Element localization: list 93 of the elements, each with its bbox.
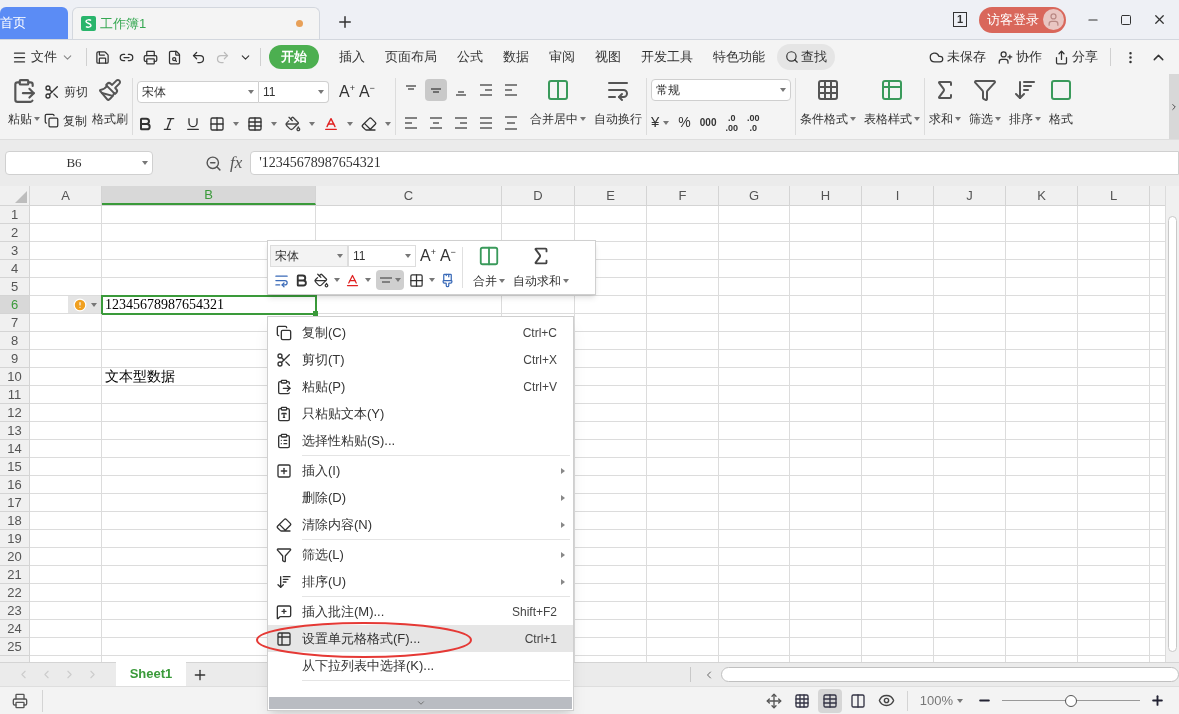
row-header[interactable]: 25 bbox=[0, 638, 30, 656]
percent-button[interactable]: % bbox=[678, 112, 691, 134]
ribbon-button[interactable]: 格式 bbox=[1045, 74, 1077, 132]
row-header[interactable]: 4 bbox=[0, 260, 30, 278]
ribbon-button[interactable]: 求和 bbox=[925, 74, 965, 132]
thousands-button[interactable]: 000 bbox=[699, 115, 717, 131]
row-header[interactable]: 24 bbox=[0, 620, 30, 638]
column-header[interactable]: J bbox=[934, 186, 1006, 205]
row-header[interactable]: 2 bbox=[0, 224, 30, 242]
row-header[interactable]: 10 bbox=[0, 368, 30, 386]
zoom-level-select[interactable]: 100% bbox=[919, 690, 963, 711]
column-header[interactable]: F bbox=[647, 186, 719, 205]
row-header[interactable]: 23 bbox=[0, 602, 30, 620]
column-header[interactable]: I bbox=[862, 186, 934, 205]
column-header[interactable]: K bbox=[1006, 186, 1078, 205]
toolbar-action[interactable]: 协作 bbox=[998, 47, 1042, 67]
ribbon-button[interactable]: 条件格式 bbox=[796, 74, 860, 132]
function-button[interactable]: fx bbox=[230, 150, 243, 176]
menu-item[interactable]: 插入批注(M)... Shift+F2 bbox=[268, 598, 573, 625]
font-size-button[interactable]: A+ bbox=[339, 83, 355, 100]
row-header[interactable]: 16 bbox=[0, 476, 30, 494]
ribbon-button[interactable]: 自动换行 bbox=[590, 74, 646, 132]
menu-item[interactable]: 插入(I) bbox=[268, 457, 573, 484]
font-size-select[interactable]: 11 bbox=[259, 80, 329, 103]
row-header[interactable]: 18 bbox=[0, 512, 30, 530]
row-header[interactable]: 19 bbox=[0, 530, 30, 548]
column-header[interactable]: D bbox=[502, 186, 575, 205]
font-size-button[interactable]: A− bbox=[439, 247, 456, 264]
sheet-tab[interactable]: Sheet1 bbox=[116, 662, 186, 686]
ribbon-tab[interactable]: 审阅 bbox=[549, 47, 575, 67]
row-header[interactable]: 20 bbox=[0, 548, 30, 566]
row-header[interactable]: 7 bbox=[0, 314, 30, 332]
menu-item[interactable]: 排序(U) bbox=[268, 568, 573, 595]
row-header[interactable]: 22 bbox=[0, 584, 30, 602]
copy-button[interactable]: 复制 bbox=[44, 111, 88, 130]
formula-field[interactable]: '12345678987654321 bbox=[250, 151, 1179, 175]
row-header[interactable]: 13 bbox=[0, 422, 30, 440]
menu-item[interactable]: 清除内容(N) bbox=[268, 511, 573, 538]
row-header[interactable]: 5 bbox=[0, 278, 30, 296]
ribbon-button[interactable]: 合并居中 bbox=[526, 74, 590, 132]
toolbar-action[interactable]: 分享 bbox=[1054, 47, 1098, 67]
row-header[interactable]: 3 bbox=[0, 242, 30, 260]
ribbon-button[interactable]: 排序 bbox=[1005, 74, 1045, 132]
row-header[interactable]: 17 bbox=[0, 494, 30, 512]
row-header[interactable]: 12 bbox=[0, 404, 30, 422]
ribbon-button[interactable]: 筛选 bbox=[965, 74, 1005, 132]
menu-item[interactable]: 复制(C) Ctrl+C bbox=[268, 319, 573, 346]
search-button[interactable]: 查找 bbox=[777, 44, 835, 70]
row-header[interactable]: 15 bbox=[0, 458, 30, 476]
decimal-button[interactable]: .00 .0 bbox=[747, 112, 760, 133]
column-header[interactable]: H bbox=[790, 186, 862, 205]
name-box[interactable]: B6 bbox=[5, 151, 153, 175]
column-header[interactable]: C bbox=[316, 186, 502, 205]
cut-button[interactable]: 剪切 bbox=[44, 83, 88, 102]
menu-item[interactable]: 设置单元格格式(F)... Ctrl+1 bbox=[268, 625, 573, 652]
menu-item[interactable]: 从下拉列表中选择(K)... bbox=[268, 652, 573, 679]
row-header[interactable]: 21 bbox=[0, 566, 30, 584]
menu-item[interactable]: 删除(D) bbox=[268, 484, 573, 511]
ribbon-tab[interactable]: 开发工具 bbox=[641, 47, 693, 67]
ribbon-tab[interactable]: 数据 bbox=[503, 47, 529, 67]
ribbon-tab[interactable]: 公式 bbox=[457, 47, 483, 67]
toolbar-action[interactable]: 未保存 bbox=[929, 47, 986, 67]
row-header[interactable]: 1 bbox=[0, 206, 30, 224]
row-header[interactable]: 8 bbox=[0, 332, 30, 350]
row-header[interactable]: 14 bbox=[0, 440, 30, 458]
column-header[interactable]: E bbox=[575, 186, 647, 205]
ribbon-button[interactable]: 表格样式 bbox=[860, 74, 924, 132]
menu-item[interactable]: 只粘贴文本(Y) bbox=[268, 400, 573, 427]
font-family-select[interactable]: 宋体 bbox=[270, 244, 348, 267]
autosum-button[interactable]: 自动求和 bbox=[508, 243, 573, 292]
ribbon-button[interactable]: 粘贴 bbox=[4, 74, 44, 132]
font-size-button[interactable]: A+ bbox=[420, 247, 436, 264]
window-count[interactable]: 1 bbox=[952, 12, 967, 27]
decimal-button[interactable]: .0 .00 bbox=[725, 112, 738, 133]
currency-button[interactable]: ¥ bbox=[651, 111, 670, 134]
ribbon-tab[interactable]: 视图 bbox=[595, 47, 621, 67]
menu-item[interactable]: 筛选(L) bbox=[268, 541, 573, 568]
file-menu[interactable]: 文件 bbox=[8, 47, 78, 67]
column-header[interactable]: L bbox=[1078, 186, 1150, 205]
ribbon-tab[interactable]: 特色功能 bbox=[713, 47, 765, 67]
row-header[interactable]: 9 bbox=[0, 350, 30, 368]
ribbon-tab[interactable]: 插入 bbox=[339, 47, 365, 67]
menu-item[interactable]: 选择性粘贴(S)... bbox=[268, 427, 573, 454]
font-family-select[interactable]: 宋体 bbox=[137, 80, 259, 103]
row-header[interactable]: 11 bbox=[0, 386, 30, 404]
ribbon-tab[interactable]: 页面布局 bbox=[385, 47, 437, 67]
merge-button[interactable]: 合并 bbox=[468, 243, 509, 292]
table-cell[interactable]: 12345678987654321 bbox=[102, 296, 316, 314]
number-format-select[interactable]: 常规 bbox=[651, 79, 791, 102]
font-size-button[interactable]: A− bbox=[358, 83, 375, 100]
ribbon-button[interactable]: 格式刷 bbox=[88, 74, 132, 132]
column-header[interactable]: G bbox=[719, 186, 790, 205]
font-size-select[interactable]: 11 bbox=[348, 244, 416, 267]
